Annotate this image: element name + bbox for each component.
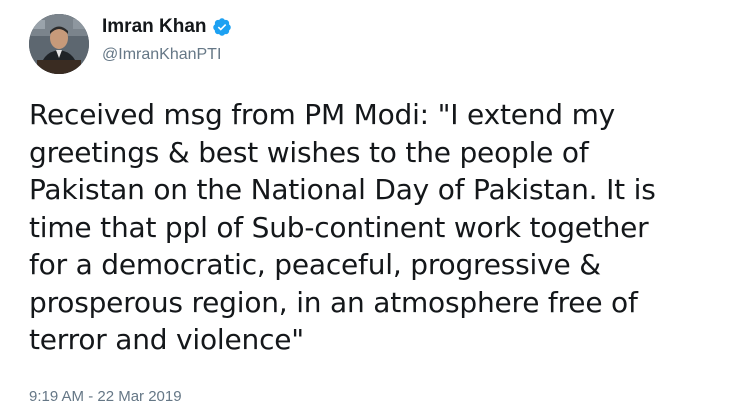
tweet-text-line: Pakistan on the National Day of Pakistan… [29,173,656,206]
tweet-text: Received msg from PM Modi: "I extend my … [29,96,729,359]
tweet-text-line: prosperous region, in an atmosphere free… [29,285,638,319]
tweet-text-line: terror and violence" [29,323,304,356]
avatar-image [29,14,89,74]
tweet-card: Imran Khan @ImranKhanPTI Received msg fr… [0,0,737,418]
author-handle[interactable]: @ImranKhanPTI [102,46,221,64]
tweet-timestamp[interactable]: 9:19 AM - 22 Mar 2019 [29,388,182,405]
tweet-text-line: Received msg from PM Modi: "I extend my [29,98,616,131]
tweet-text-line: greetings & best wishes to the people of [29,135,589,169]
tweet-text-line: time that ppl of Sub-continent work toge… [29,210,649,244]
tweet-text-line: for a democratic, peaceful, progressive … [29,248,601,281]
author-avatar[interactable] [29,14,89,74]
verified-badge-icon [212,17,232,37]
author-display-name[interactable]: Imran Khan [102,16,207,38]
author-name-row: Imran Khan [102,14,232,40]
